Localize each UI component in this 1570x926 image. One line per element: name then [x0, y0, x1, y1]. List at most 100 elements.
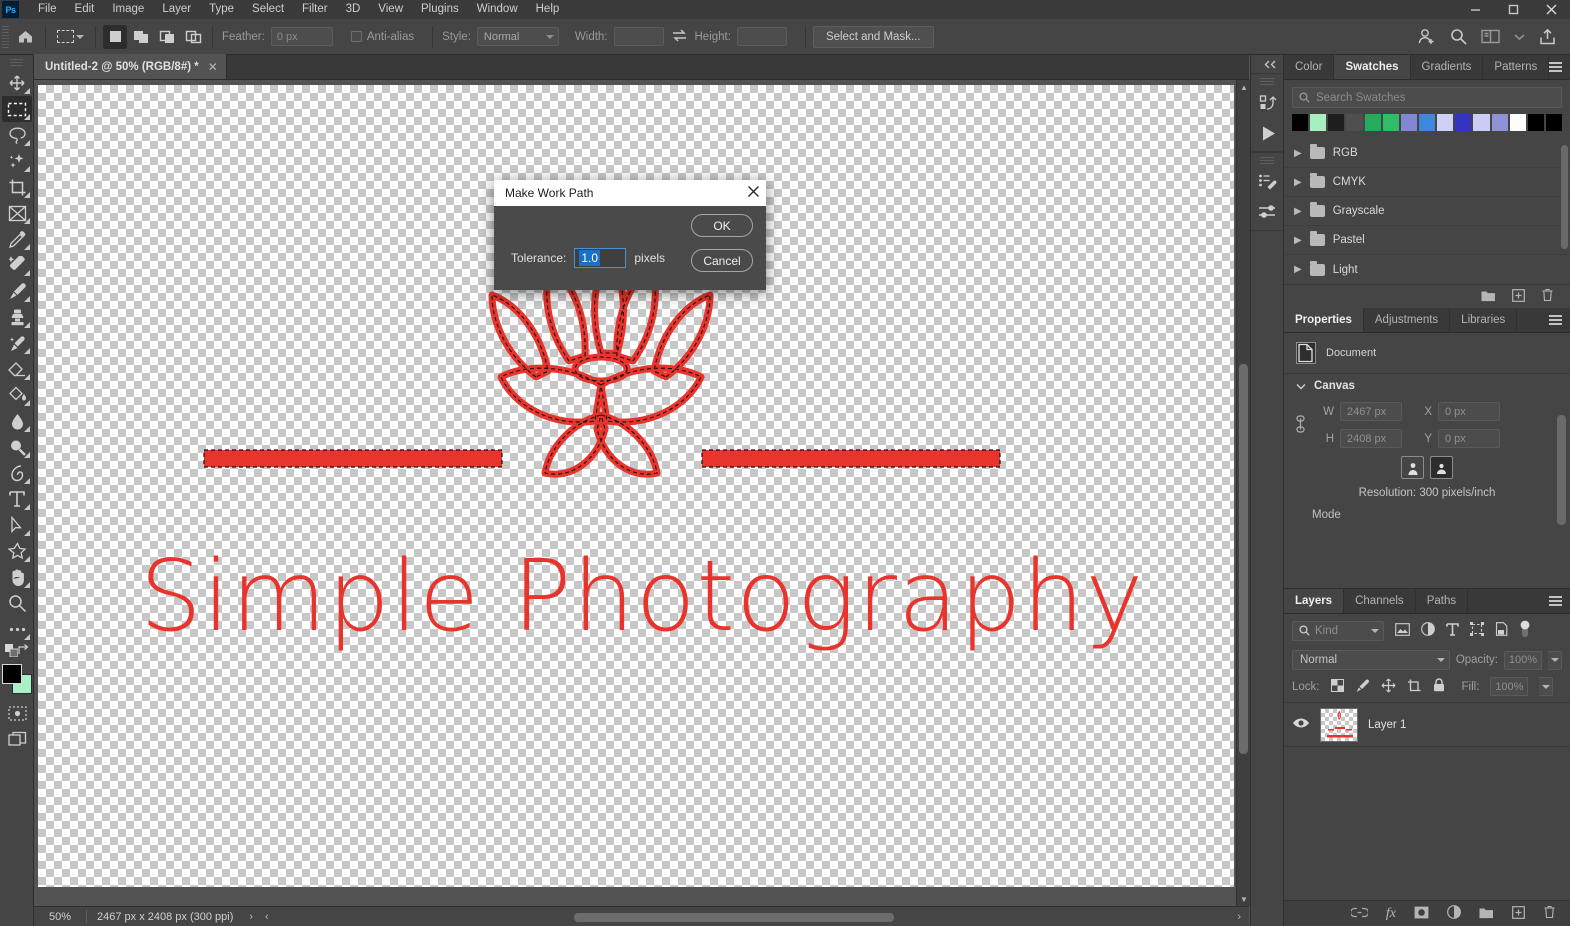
vertical-scroll-thumb[interactable]	[1239, 364, 1248, 754]
workspace-icon[interactable]	[1481, 29, 1500, 44]
swatch-group-rgb[interactable]: ▶ RGB	[1284, 139, 1570, 168]
swatch-6[interactable]	[1400, 114, 1417, 131]
canvas-horizontal-scrollbar[interactable]	[554, 910, 1249, 926]
zoom-level[interactable]: 50%	[34, 911, 86, 923]
scroll-down-icon[interactable]: ▼	[1237, 892, 1251, 906]
chevron-right-icon[interactable]: ▶	[1294, 264, 1302, 275]
eyedropper-tool[interactable]	[2, 226, 32, 252]
new-group-icon[interactable]	[1479, 906, 1494, 922]
style-select[interactable]: Normal	[476, 27, 559, 46]
brush-tool[interactable]	[2, 278, 32, 304]
select-and-mask-button[interactable]: Select and Mask...	[812, 25, 934, 48]
opacity-stepper-icon[interactable]	[1548, 650, 1562, 670]
dodge-tool[interactable]	[2, 434, 32, 460]
object-selection-tool[interactable]	[2, 148, 32, 174]
swatch-8[interactable]	[1437, 114, 1454, 131]
horizontal-scroll-thumb[interactable]	[574, 913, 894, 922]
default-colors-icon[interactable]	[5, 644, 19, 660]
canvas-x-input[interactable]: 0 px	[1438, 402, 1500, 421]
blend-mode-select[interactable]: Normal	[1292, 650, 1450, 670]
screen-mode-icon[interactable]	[2, 726, 32, 752]
tab-patterns[interactable]: Patterns	[1483, 55, 1550, 79]
add-to-selection-button[interactable]	[129, 25, 153, 49]
dock-grip[interactable]	[1260, 157, 1274, 164]
dock-grip[interactable]	[1260, 78, 1274, 85]
tab-gradients[interactable]: Gradients	[1411, 55, 1484, 79]
swatch-group-light[interactable]: ▶ Light	[1284, 255, 1570, 284]
close-icon[interactable]	[747, 185, 760, 201]
tab-color[interactable]: Color	[1284, 55, 1335, 79]
swatch-12[interactable]	[1509, 114, 1526, 131]
filter-shape-icon[interactable]	[1470, 622, 1484, 639]
shape-tool[interactable]	[2, 538, 32, 564]
eye-icon[interactable]	[1292, 717, 1310, 732]
swatch-group-pastel[interactable]: ▶ Pastel	[1284, 226, 1570, 255]
new-group-icon[interactable]	[1481, 289, 1496, 305]
swatch-1[interactable]	[1310, 114, 1327, 131]
frame-tool[interactable]	[2, 200, 32, 226]
menu-help[interactable]: Help	[527, 0, 569, 19]
rectangular-marquee-tool[interactable]	[2, 96, 32, 122]
lock-transparent-pixels-icon[interactable]	[1330, 678, 1344, 695]
fill-value[interactable]: 100%	[1490, 677, 1529, 696]
tab-paths[interactable]: Paths	[1416, 589, 1469, 613]
swatch-10[interactable]	[1473, 114, 1490, 131]
menu-file[interactable]: File	[29, 0, 66, 19]
lock-artboard-icon[interactable]	[1407, 678, 1422, 695]
intersect-with-selection-button[interactable]	[181, 25, 205, 49]
properties-scroll-thumb[interactable]	[1557, 415, 1566, 525]
layer-row[interactable]: Layer 1	[1284, 703, 1570, 747]
search-swatches-field[interactable]: Search Swatches	[1292, 87, 1562, 108]
chevron-right-icon[interactable]: ▶	[1294, 177, 1302, 188]
swatch-7[interactable]	[1418, 114, 1436, 131]
share-user-icon[interactable]	[1417, 28, 1436, 45]
add-layer-mask-icon[interactable]	[1414, 906, 1429, 922]
canvas-y-input[interactable]: 0 px	[1438, 429, 1500, 448]
actions-icon[interactable]	[1251, 88, 1285, 118]
hand-tool[interactable]	[2, 564, 32, 590]
link-dimensions-icon[interactable]	[1292, 414, 1308, 436]
chevron-down-icon[interactable]	[1514, 33, 1525, 41]
filter-adjustment-icon[interactable]	[1421, 622, 1435, 639]
clone-stamp-tool[interactable]	[2, 304, 32, 330]
chevron-right-icon[interactable]: ▶	[1294, 148, 1302, 159]
adjustments-presets-icon[interactable]	[1251, 197, 1285, 227]
height-input[interactable]	[736, 27, 787, 46]
swatch-13[interactable]	[1527, 114, 1544, 131]
anti-alias-checkbox[interactable]	[350, 31, 362, 42]
lasso-tool[interactable]	[2, 122, 32, 148]
opacity-value[interactable]: 100%	[1504, 650, 1542, 670]
search-icon[interactable]	[1450, 28, 1467, 45]
swap-colors-icon[interactable]	[18, 644, 31, 660]
quick-mask-icon[interactable]	[2, 700, 32, 726]
tolerance-input[interactable]: 1.0	[574, 248, 627, 268]
layer-filter-kind-select[interactable]: Kind	[1292, 620, 1384, 641]
export-icon[interactable]	[1539, 28, 1556, 45]
home-icon[interactable]	[12, 25, 38, 49]
menu-window[interactable]: Window	[468, 0, 527, 19]
maximize-button[interactable]	[1494, 0, 1532, 19]
portrait-orientation-icon[interactable]	[1401, 456, 1424, 479]
panel-menu-icon[interactable]	[1549, 596, 1562, 606]
tool-preset-picker[interactable]	[53, 30, 88, 43]
canvas-section-header[interactable]: Canvas	[1284, 373, 1570, 398]
zoom-tool[interactable]	[2, 590, 32, 616]
new-selection-button[interactable]	[103, 24, 127, 49]
menu-edit[interactable]: Edit	[66, 0, 104, 19]
swatch-4[interactable]	[1364, 114, 1381, 131]
chevron-right-icon[interactable]: ▶	[1294, 206, 1302, 217]
tab-properties[interactable]: Properties	[1284, 308, 1364, 332]
tab-layers[interactable]: Layers	[1284, 589, 1345, 613]
delete-layer-icon[interactable]	[1543, 905, 1556, 922]
status-prev-icon[interactable]: ‹	[259, 911, 275, 923]
options-bar-grip[interactable]	[2, 25, 9, 48]
eraser-tool[interactable]	[2, 356, 32, 382]
play-icon[interactable]	[1251, 118, 1285, 148]
menu-type[interactable]: Type	[200, 0, 243, 19]
history-brush-tool[interactable]	[2, 330, 32, 356]
close-icon[interactable]: ✕	[208, 60, 218, 74]
close-button[interactable]	[1532, 0, 1570, 19]
blur-tool[interactable]	[2, 408, 32, 434]
panel-menu-icon[interactable]	[1549, 62, 1562, 72]
edit-toolbar-tool[interactable]	[2, 616, 32, 642]
